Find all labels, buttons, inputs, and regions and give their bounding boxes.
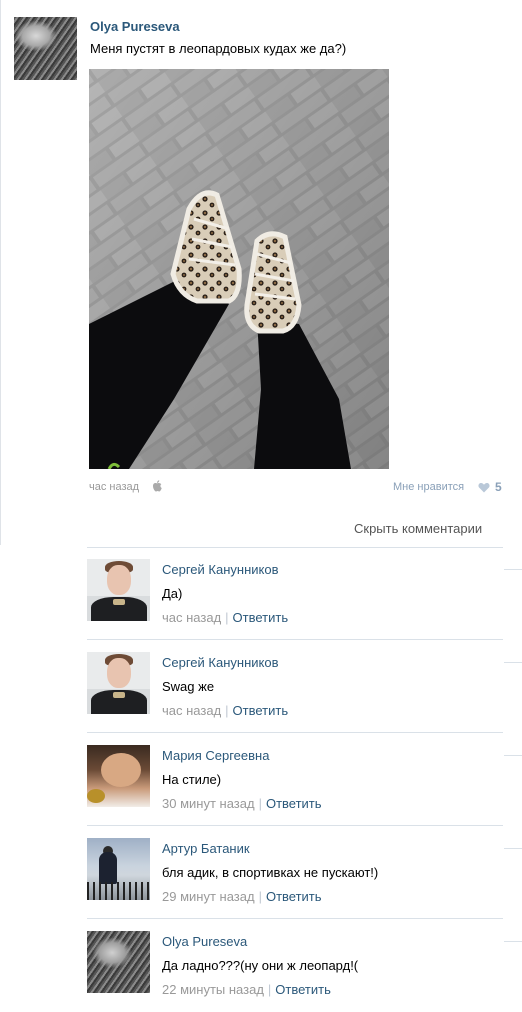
comment-item: Артур Батаник бля адик, в спортивках не … — [87, 826, 503, 919]
comment-item: Сергей Канунников Swag же час назад | Отве… — [87, 640, 503, 733]
edge-divider — [504, 848, 522, 849]
comment-time[interactable]: 29 минут назад — [162, 889, 255, 904]
post-author-avatar[interactable] — [14, 17, 77, 80]
commenter-avatar[interactable] — [87, 559, 150, 621]
commenter-name[interactable]: Сергей Канунников — [162, 655, 278, 670]
reply-link[interactable]: Ответить — [233, 703, 289, 718]
comment-text: бля адик, в спортивках не пускают!) — [162, 865, 379, 880]
comment-text: Swag же — [162, 679, 215, 694]
reply-link[interactable]: Ответить — [275, 982, 331, 997]
reply-link[interactable]: Ответить — [266, 796, 322, 811]
commenter-avatar[interactable] — [87, 652, 150, 714]
post-photo[interactable] — [89, 69, 389, 469]
reply-link[interactable]: Ответить — [266, 889, 322, 904]
commenter-avatar[interactable] — [87, 745, 150, 807]
comment-meta: 29 минут назад | Ответить — [162, 889, 322, 904]
commenter-name[interactable]: Сергей Канунников — [162, 562, 278, 577]
comment-meta: 30 минут назад | Ответить — [162, 796, 322, 811]
reply-link[interactable]: Ответить — [233, 610, 289, 625]
apple-icon — [153, 480, 162, 492]
leopard-sneakers-photo — [89, 69, 389, 469]
post-author-name[interactable]: Olya Pureseva — [90, 19, 180, 34]
wall-post: Olya Pureseva Меня пустят в леопардовых … — [0, 0, 522, 545]
edge-divider — [504, 755, 522, 756]
like-count: 5 — [495, 480, 502, 494]
edge-divider — [504, 941, 522, 942]
post-text: Меня пустят в леопардовых кудах же да?) — [90, 41, 347, 56]
commenter-name[interactable]: Артур Батаник — [162, 841, 250, 856]
hide-comments-link[interactable]: Скрыть комментарии — [354, 521, 482, 536]
comment-item: Мария Сергеевна На стиле) 30 минут назад… — [87, 733, 503, 826]
comment-time[interactable]: час назад — [162, 610, 221, 625]
comment-item: Olya Pureseva Да ладно???(ну они ж леопа… — [87, 919, 503, 1012]
commenter-avatar[interactable] — [87, 931, 150, 993]
comment-time[interactable]: час назад — [162, 703, 221, 718]
commenter-avatar[interactable] — [87, 838, 150, 900]
comment-item: Сергей Канунников Да) час назад | Ответить — [87, 547, 503, 640]
like-button[interactable]: Мне нравится — [393, 481, 464, 493]
edge-divider — [504, 569, 522, 570]
comment-meta: час назад | Ответить — [162, 610, 289, 625]
comment-text: Да ладно???(ну они ж леопард!( — [162, 958, 359, 973]
comment-text: На стиле) — [162, 772, 222, 787]
heart-icon[interactable] — [478, 482, 490, 493]
edge-divider — [504, 662, 522, 663]
commenter-name[interactable]: Olya Pureseva — [162, 934, 247, 949]
commenter-name[interactable]: Мария Сергеевна — [162, 748, 269, 763]
comment-time[interactable]: 22 минуты назад — [162, 982, 264, 997]
comment-meta: 22 минуты назад | Ответить — [162, 982, 331, 997]
post-time[interactable]: час назад — [89, 481, 139, 493]
comment-meta: час назад | Ответить — [162, 703, 289, 718]
comment-time[interactable]: 30 минут назад — [162, 796, 255, 811]
comment-text: Да) — [162, 586, 183, 601]
